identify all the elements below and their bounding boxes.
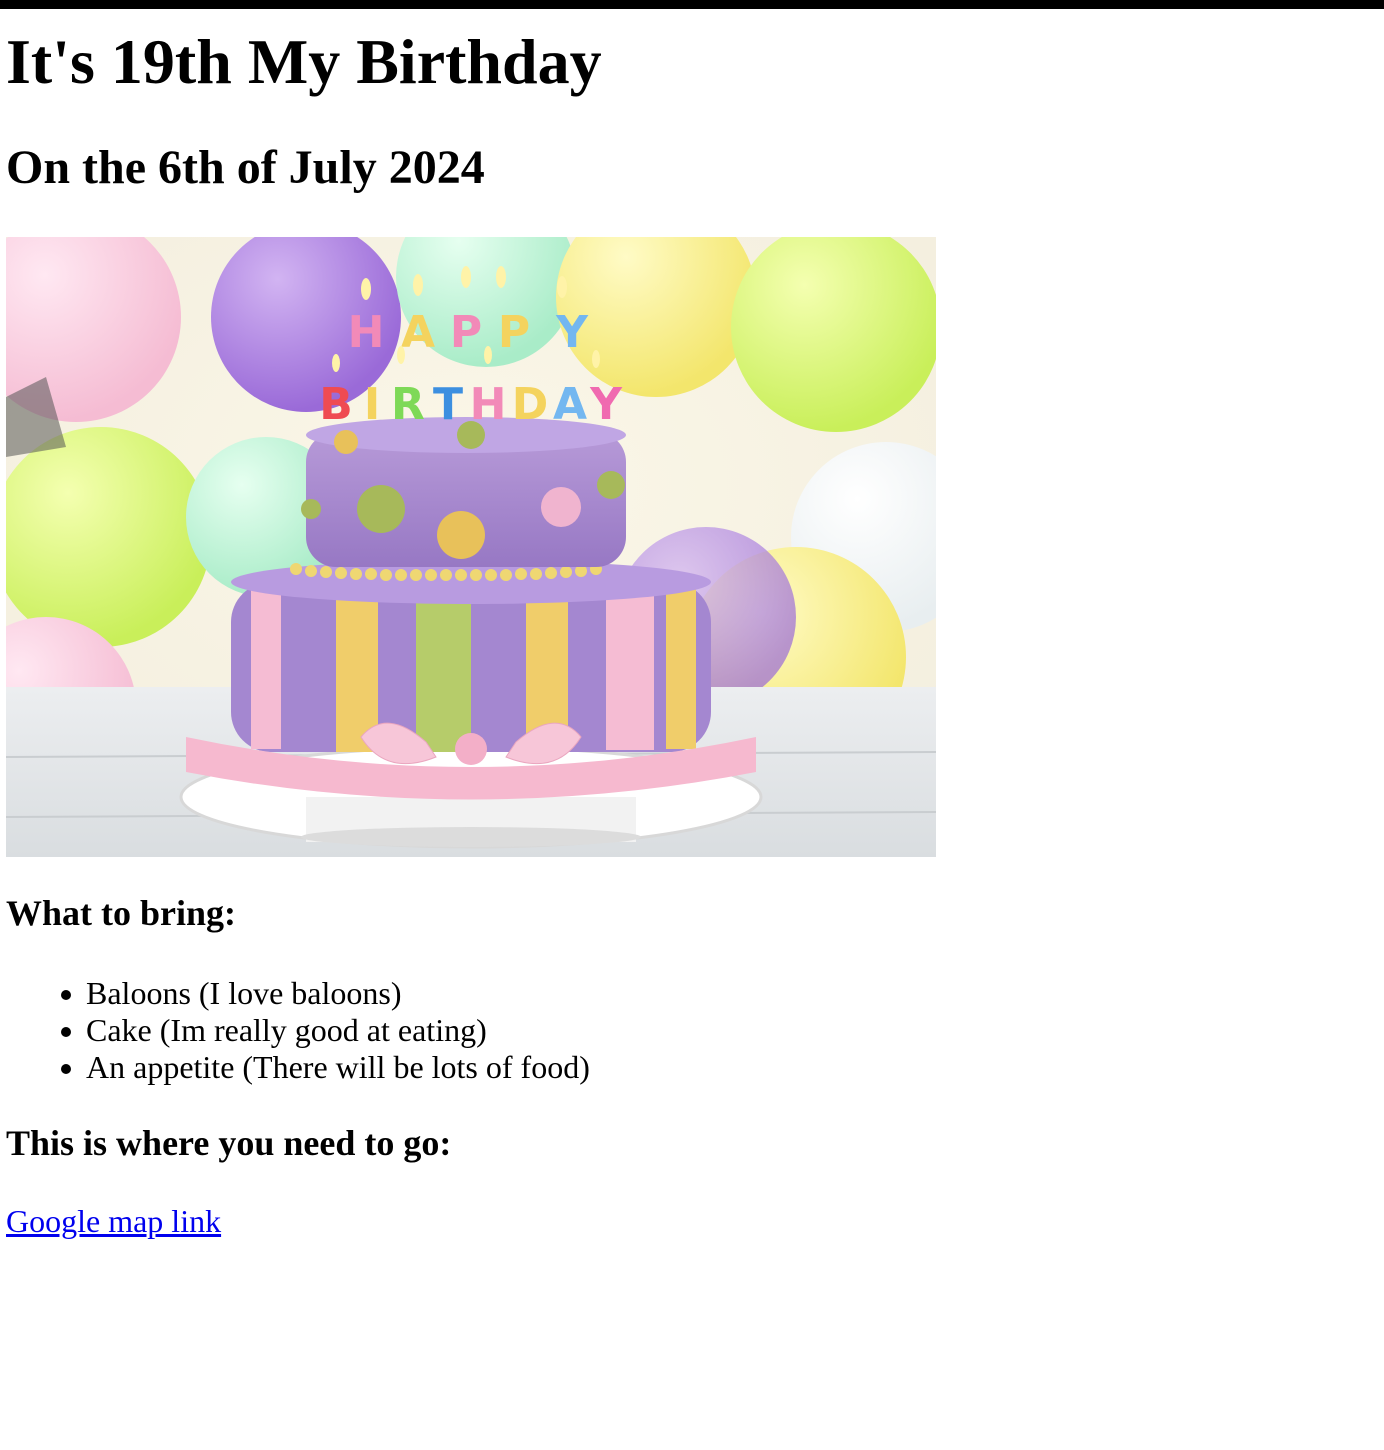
page-title: It's 19th My Birthday xyxy=(6,26,602,97)
candle-letter: H xyxy=(470,379,507,430)
birthday-cake-image: H A P P Y B I R T H D A Y xyxy=(6,237,936,857)
candle-letter: R xyxy=(391,379,425,430)
list-item: Baloons (I love baloons) xyxy=(6,975,590,1012)
bring-list: Baloons (I love baloons) Cake (Im really… xyxy=(6,975,590,1086)
google-map-link[interactable]: Google map link xyxy=(6,1201,221,1241)
candle-letter: H xyxy=(348,307,385,358)
bring-heading: What to bring: xyxy=(6,893,237,933)
candle-letter: Y xyxy=(589,379,623,430)
page-subtitle: On the 6th of July 2024 xyxy=(6,141,485,194)
candle-letter: I xyxy=(364,379,380,430)
candle-letter: P xyxy=(450,307,482,358)
candle-letter: B xyxy=(319,379,353,430)
candle-letter: D xyxy=(512,379,549,430)
top-border xyxy=(0,0,1384,9)
candle-letter: P xyxy=(498,307,530,358)
candle-letter: T xyxy=(433,379,463,430)
list-item: Cake (Im really good at eating) xyxy=(6,1012,590,1049)
list-item: An appetite (There will be lots of food) xyxy=(6,1049,590,1086)
candle-letter: A xyxy=(553,379,587,430)
candle-letter: A xyxy=(401,307,435,358)
directions-heading: This is where you need to go: xyxy=(6,1123,452,1163)
candle-letter: Y xyxy=(555,307,589,358)
